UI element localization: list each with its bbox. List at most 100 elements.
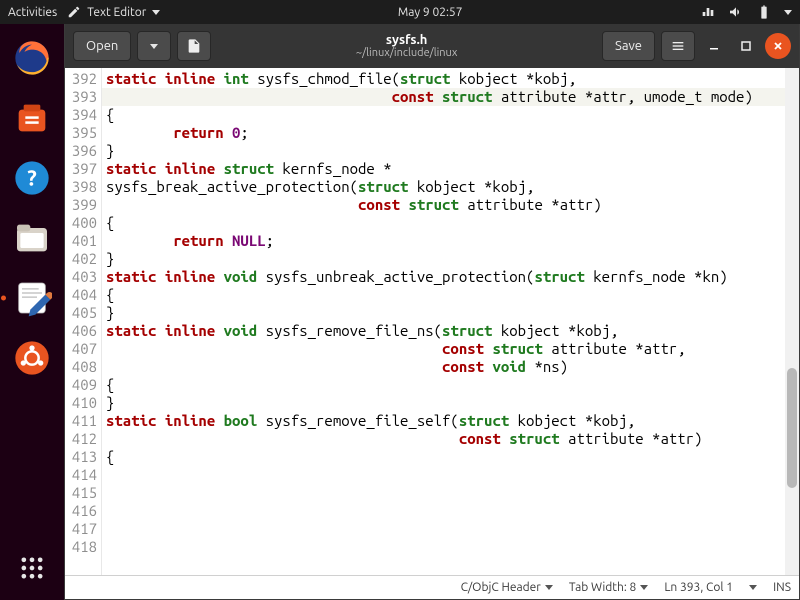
chevron-down-icon: [640, 585, 648, 590]
line-number: 392: [65, 70, 97, 88]
code-line[interactable]: }: [106, 394, 781, 412]
code-line[interactable]: const struct attribute *attr): [106, 196, 781, 214]
save-button[interactable]: Save: [602, 31, 655, 61]
line-number: 400: [65, 214, 97, 232]
activities-button[interactable]: Activities: [8, 6, 57, 19]
hamburger-icon: [670, 38, 686, 54]
system-menu-chevron-icon[interactable]: [784, 10, 792, 15]
line-number: 412: [65, 430, 97, 448]
new-document-icon: [186, 38, 202, 54]
code-line[interactable]: {: [106, 214, 781, 232]
line-number: 416: [65, 502, 97, 520]
line-number: 409: [65, 376, 97, 394]
editor-content: 3923933943953963973983994004014024034044…: [65, 68, 799, 575]
gnome-topbar: Activities Text Editor May 9 02:57: [0, 0, 800, 24]
open-button[interactable]: Open: [73, 31, 131, 61]
code-line[interactable]: static inline struct kernfs_node *: [106, 160, 781, 178]
maximize-button[interactable]: [733, 33, 759, 59]
hamburger-menu[interactable]: [661, 31, 695, 61]
battery-icon[interactable]: [756, 4, 772, 20]
line-number: 397: [65, 160, 97, 178]
vertical-scrollbar[interactable]: [785, 68, 799, 575]
file-path: ~/linux/include/linux: [217, 47, 596, 59]
gedit-icon: [12, 278, 52, 318]
line-number: 413: [65, 448, 97, 466]
chevron-down-icon: [545, 585, 553, 590]
files-icon: [12, 218, 52, 258]
line-number: 410: [65, 394, 97, 412]
network-icon[interactable]: [700, 4, 716, 20]
app-menu-label: Text Editor: [87, 6, 146, 19]
code-line[interactable]: const void *ns): [106, 358, 781, 376]
line-number: 408: [65, 358, 97, 376]
code-area[interactable]: static inline int sysfs_chmod_file(struc…: [102, 68, 785, 575]
minimize-button[interactable]: [701, 33, 727, 59]
code-line[interactable]: sysfs_break_active_protection(struct kob…: [106, 178, 781, 196]
line-number: 411: [65, 412, 97, 430]
clock[interactable]: May 9 02:57: [398, 6, 463, 19]
cursor-label: Ln 393, Col 1: [664, 581, 733, 594]
open-recent-dropdown[interactable]: [137, 31, 171, 61]
line-number: 415: [65, 484, 97, 502]
tab-width-label: Tab Width: 8: [569, 581, 636, 594]
line-number: 406: [65, 322, 97, 340]
dock-files[interactable]: [10, 216, 54, 260]
insert-mode-label: INS: [773, 581, 791, 594]
code-line[interactable]: {: [106, 376, 781, 394]
running-indicator-icon: [1, 296, 6, 301]
close-icon: [772, 40, 784, 52]
line-number: 402: [65, 250, 97, 268]
chevron-down-icon: [152, 10, 160, 15]
help-icon: ?: [12, 158, 52, 198]
maximize-icon: [740, 40, 752, 52]
code-line[interactable]: }: [106, 304, 781, 322]
svg-text:?: ?: [27, 167, 37, 191]
line-number: 417: [65, 520, 97, 538]
tab-width-selector[interactable]: Tab Width: 8: [569, 581, 648, 594]
line-number: 404: [65, 286, 97, 304]
dock-software[interactable]: [10, 96, 54, 140]
code-line[interactable]: const struct attribute *attr,: [106, 340, 781, 358]
code-line[interactable]: static inline void sysfs_unbreak_active_…: [106, 268, 781, 286]
code-line[interactable]: const struct attribute *attr, umode_t mo…: [106, 88, 781, 106]
firefox-icon: [12, 38, 52, 78]
filetype-selector[interactable]: C/ObjC Header: [461, 581, 553, 594]
chevron-down-icon: [150, 44, 158, 49]
file-name: sysfs.h: [217, 33, 596, 47]
scrollbar-thumb[interactable]: [787, 368, 797, 488]
app-menu[interactable]: Text Editor: [67, 5, 160, 19]
close-button[interactable]: [765, 33, 791, 59]
ubuntu-logo-icon: [12, 338, 52, 378]
ubuntu-dock: ?: [0, 24, 64, 600]
code-line[interactable]: {: [106, 448, 781, 466]
minimize-icon: [708, 40, 720, 52]
dock-firefox[interactable]: [10, 36, 54, 80]
code-line[interactable]: }: [106, 250, 781, 268]
line-number: 395: [65, 124, 97, 142]
code-line[interactable]: {: [106, 286, 781, 304]
line-number: 394: [65, 106, 97, 124]
line-number: 414: [65, 466, 97, 484]
code-line[interactable]: }: [106, 142, 781, 160]
dock-dash-home[interactable]: [10, 336, 54, 380]
code-line[interactable]: static inline int sysfs_chmod_file(struc…: [106, 70, 781, 88]
dock-text-editor[interactable]: [10, 276, 54, 320]
code-line[interactable]: return NULL;: [106, 232, 781, 250]
code-line[interactable]: return 0;: [106, 124, 781, 142]
cursor-position[interactable]: Ln 393, Col 1: [664, 581, 733, 594]
code-line[interactable]: static inline void sysfs_remove_file_ns(…: [106, 322, 781, 340]
volume-icon[interactable]: [728, 4, 744, 20]
line-number: 407: [65, 340, 97, 358]
insert-mode: INS: [773, 581, 791, 594]
dock-help[interactable]: ?: [10, 156, 54, 200]
code-line[interactable]: static inline bool sysfs_remove_file_sel…: [106, 412, 781, 430]
new-tab-button[interactable]: [177, 31, 211, 61]
line-number: 418: [65, 538, 97, 556]
line-number-gutter: 3923933943953963973983994004014024034044…: [65, 68, 102, 575]
line-number: 399: [65, 196, 97, 214]
code-line[interactable]: {: [106, 106, 781, 124]
show-applications[interactable]: [10, 546, 54, 590]
statusbar: C/ObjC Header Tab Width: 8 Ln 393, Col 1…: [65, 575, 799, 599]
code-line[interactable]: const struct attribute *attr): [106, 430, 781, 448]
chevron-down-icon[interactable]: [749, 585, 757, 590]
